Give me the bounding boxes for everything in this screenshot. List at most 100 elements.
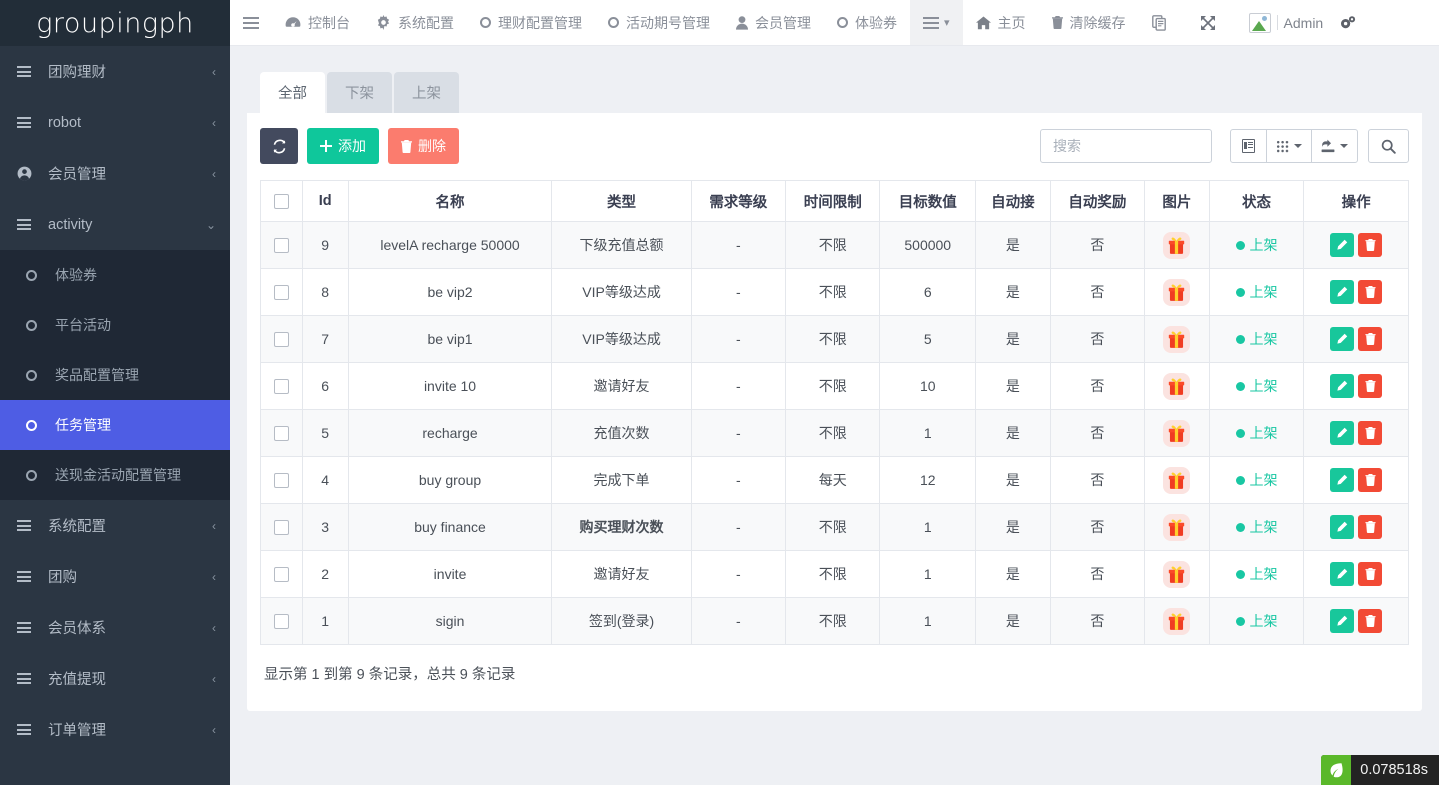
sidebar-toggle-button[interactable] bbox=[230, 0, 272, 45]
tab-0[interactable]: 全部 bbox=[260, 72, 325, 113]
sidebar-item-6[interactable]: 会员体系‹ bbox=[0, 602, 230, 653]
export-icon bbox=[1321, 139, 1335, 153]
settings-button[interactable] bbox=[1331, 0, 1370, 45]
copy-button[interactable] bbox=[1139, 0, 1187, 45]
sidebar-item-2[interactable]: 会员管理‹ bbox=[0, 148, 230, 199]
sidebar-item-1[interactable]: robot‹ bbox=[0, 97, 230, 148]
status-badge[interactable]: 上架 bbox=[1236, 329, 1278, 349]
brand-logo[interactable]: groupingph bbox=[0, 0, 230, 46]
header-nav-item-4[interactable]: 会员管理 bbox=[723, 0, 824, 45]
trace-badge[interactable]: 0.078518s bbox=[1321, 755, 1439, 785]
header-nav-item-5[interactable]: 体验券 bbox=[824, 0, 910, 45]
header-action-home[interactable]: 主页 bbox=[963, 0, 1039, 45]
table-view-button-group bbox=[1230, 129, 1358, 163]
tab-2[interactable]: 上架 bbox=[394, 72, 459, 113]
select-all-header bbox=[261, 181, 303, 222]
status-badge[interactable]: 上架 bbox=[1236, 376, 1278, 396]
header-nav-item-3[interactable]: 活动期号管理 bbox=[595, 0, 723, 45]
cell-image bbox=[1145, 598, 1210, 645]
tab-1[interactable]: 下架 bbox=[327, 72, 392, 113]
edit-button[interactable] bbox=[1330, 515, 1354, 539]
header-action-trash[interactable]: 清除缓存 bbox=[1039, 0, 1139, 45]
sidebar-item-3[interactable]: activity⌄ bbox=[0, 199, 230, 250]
row-checkbox[interactable] bbox=[274, 473, 289, 488]
row-checkbox[interactable] bbox=[274, 567, 289, 582]
delete-row-button[interactable] bbox=[1358, 421, 1382, 445]
delete-row-button[interactable] bbox=[1358, 515, 1382, 539]
cell-target: 1 bbox=[880, 504, 976, 551]
row-checkbox[interactable] bbox=[274, 379, 289, 394]
row-checkbox[interactable] bbox=[274, 426, 289, 441]
status-badge[interactable]: 上架 bbox=[1236, 470, 1278, 490]
sidebar-subitem-label: 奖品配置管理 bbox=[55, 365, 139, 385]
delete-row-button[interactable] bbox=[1358, 233, 1382, 257]
search-button[interactable] bbox=[1368, 129, 1409, 163]
grid-dropdown-button[interactable] bbox=[1266, 129, 1312, 163]
delete-row-button[interactable] bbox=[1358, 562, 1382, 586]
bars-icon bbox=[17, 673, 37, 684]
cell-level: - bbox=[691, 551, 785, 598]
edit-button[interactable] bbox=[1330, 468, 1354, 492]
edit-button[interactable] bbox=[1330, 609, 1354, 633]
edit-button[interactable] bbox=[1330, 233, 1354, 257]
sidebar-item-4[interactable]: 系统配置‹ bbox=[0, 500, 230, 551]
edit-button[interactable] bbox=[1330, 421, 1354, 445]
status-badge[interactable]: 上架 bbox=[1236, 611, 1278, 631]
fullscreen-button[interactable] bbox=[1187, 0, 1236, 45]
row-checkbox[interactable] bbox=[274, 332, 289, 347]
delete-row-button[interactable] bbox=[1358, 468, 1382, 492]
status-badge[interactable]: 上架 bbox=[1236, 517, 1278, 537]
sidebar-subitem-0[interactable]: 体验券 bbox=[0, 250, 230, 300]
header-nav-item-0[interactable]: 控制台 bbox=[272, 0, 363, 45]
edit-button[interactable] bbox=[1330, 374, 1354, 398]
chevron-left-icon: ‹ bbox=[212, 622, 216, 634]
bars-icon bbox=[17, 622, 37, 633]
user-menu[interactable]: Admin bbox=[1236, 0, 1332, 45]
column-header-10: 操作 bbox=[1304, 181, 1409, 222]
add-button[interactable]: 添加 bbox=[307, 128, 379, 164]
row-checkbox[interactable] bbox=[274, 238, 289, 253]
delete-row-button[interactable] bbox=[1358, 327, 1382, 351]
top-header: 控制台系统配置理财配置管理活动期号管理会员管理体验券 ▾ 主页清除缓存 Admi… bbox=[230, 0, 1439, 46]
sidebar-item-8[interactable]: 订单管理‹ bbox=[0, 704, 230, 755]
row-checkbox[interactable] bbox=[274, 520, 289, 535]
edit-button[interactable] bbox=[1330, 562, 1354, 586]
sidebar-item-5[interactable]: 团购‹ bbox=[0, 551, 230, 602]
sidebar-item-0[interactable]: 团购理财‹ bbox=[0, 46, 230, 97]
status-badge[interactable]: 上架 bbox=[1236, 235, 1278, 255]
sidebar-subitem-4[interactable]: 送现金活动配置管理 bbox=[0, 450, 230, 500]
status-badge[interactable]: 上架 bbox=[1236, 282, 1278, 302]
cell-actions bbox=[1304, 222, 1409, 269]
circle-o-icon bbox=[480, 17, 491, 28]
table-row: 7be vip1VIP等级达成-不限5是否上架 bbox=[261, 316, 1409, 363]
delete-row-button[interactable] bbox=[1358, 374, 1382, 398]
row-checkbox[interactable] bbox=[274, 285, 289, 300]
delete-button[interactable]: 删除 bbox=[388, 128, 459, 164]
cell-name: buy group bbox=[348, 457, 552, 504]
header-nav-item-2[interactable]: 理财配置管理 bbox=[467, 0, 595, 45]
action-buttons bbox=[1330, 280, 1382, 304]
sidebar-subitem-label: 送现金活动配置管理 bbox=[55, 465, 181, 485]
columns-toggle-button[interactable] bbox=[1230, 129, 1267, 163]
edit-button[interactable] bbox=[1330, 327, 1354, 351]
delete-row-button[interactable] bbox=[1358, 280, 1382, 304]
gift-icon bbox=[1163, 232, 1190, 259]
sidebar-subitem-1[interactable]: 平台活动 bbox=[0, 300, 230, 350]
export-dropdown-button[interactable] bbox=[1311, 129, 1358, 163]
header-more-menu-button[interactable]: ▾ bbox=[910, 0, 963, 45]
row-checkbox[interactable] bbox=[274, 614, 289, 629]
bars-icon bbox=[17, 724, 31, 735]
status-badge[interactable]: 上架 bbox=[1236, 423, 1278, 443]
edit-button[interactable] bbox=[1330, 280, 1354, 304]
delete-row-button[interactable] bbox=[1358, 609, 1382, 633]
select-all-checkbox[interactable] bbox=[274, 194, 289, 209]
cell-name: be vip2 bbox=[348, 269, 552, 316]
sidebar-item-7[interactable]: 充值提现‹ bbox=[0, 653, 230, 704]
cell-time-limit: 不限 bbox=[786, 504, 880, 551]
search-input[interactable] bbox=[1040, 129, 1212, 163]
status-badge[interactable]: 上架 bbox=[1236, 564, 1278, 584]
sidebar-subitem-3[interactable]: 任务管理 bbox=[0, 400, 230, 450]
header-nav-item-1[interactable]: 系统配置 bbox=[363, 0, 467, 45]
sidebar-subitem-2[interactable]: 奖品配置管理 bbox=[0, 350, 230, 400]
refresh-button[interactable] bbox=[260, 128, 298, 164]
